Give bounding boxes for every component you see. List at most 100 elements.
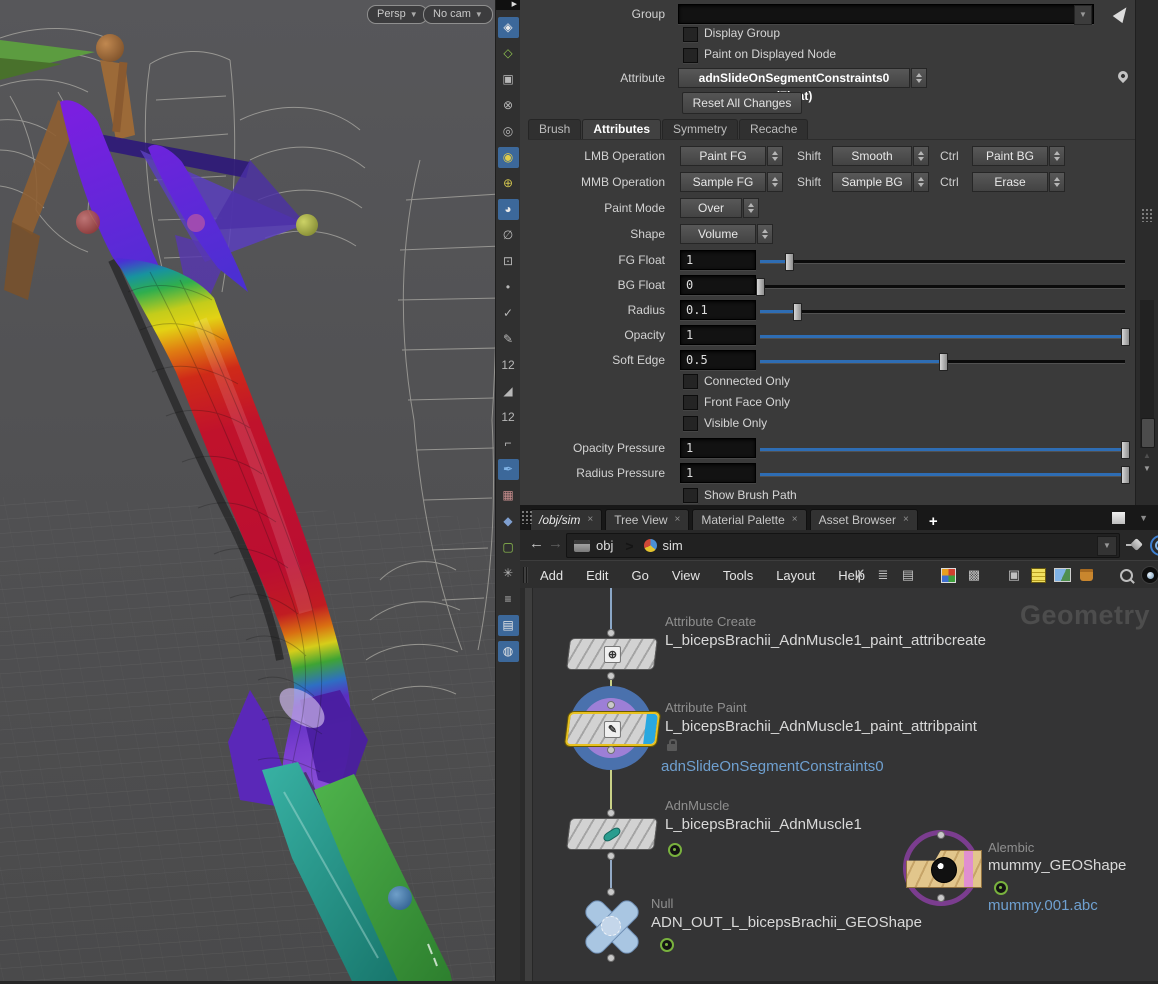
slider-track[interactable] bbox=[760, 260, 1125, 263]
point-numbers-icon[interactable]: 12 bbox=[498, 355, 519, 376]
slider-handle[interactable] bbox=[1121, 466, 1130, 484]
location-pin-icon[interactable] bbox=[1116, 69, 1130, 83]
location-marker-icon[interactable]: ◍ bbox=[498, 641, 519, 662]
display-flag[interactable] bbox=[643, 714, 658, 744]
slider-track[interactable] bbox=[760, 448, 1125, 451]
pane-menu-arrow[interactable]: ▼ bbox=[1139, 513, 1148, 523]
show-brush-path-checkbox[interactable] bbox=[683, 488, 698, 503]
brush-display-icon[interactable]: ✒ bbox=[498, 459, 519, 480]
lmb-operation-dropdown[interactable]: Paint FG bbox=[680, 146, 783, 166]
value-input[interactable]: 1 bbox=[680, 463, 756, 483]
tools-wrench-icon[interactable]: ✗ bbox=[850, 565, 870, 585]
time-dependent-badge[interactable] bbox=[994, 881, 1008, 895]
slider-handle[interactable] bbox=[793, 303, 802, 321]
breadcrumb[interactable]: obj > sim ▼ bbox=[566, 533, 1120, 558]
option-checkbox[interactable] bbox=[683, 374, 698, 389]
slider-handle[interactable] bbox=[785, 253, 794, 271]
breadcrumb-sim[interactable]: sim bbox=[663, 538, 683, 553]
scrollbar-thumb[interactable] bbox=[1141, 418, 1155, 448]
slider-handle[interactable] bbox=[756, 278, 765, 296]
option-checkbox[interactable] bbox=[683, 395, 698, 410]
uv-overlay-icon[interactable]: ▢ bbox=[498, 537, 519, 558]
scroll-up-button[interactable]: ▲ bbox=[1140, 450, 1154, 462]
close-icon[interactable]: × bbox=[903, 510, 909, 530]
value-input[interactable]: 0.5 bbox=[680, 350, 756, 370]
show-points-icon[interactable]: • bbox=[498, 277, 519, 298]
add-spotlight-icon[interactable]: ⊕ bbox=[498, 173, 519, 194]
node-attribcreate[interactable]: ⊕ bbox=[566, 638, 658, 670]
slider-track[interactable] bbox=[760, 335, 1125, 338]
menubar-grip[interactable] bbox=[523, 567, 528, 583]
tabbar-drag-handle[interactable] bbox=[521, 510, 534, 524]
show-handles-icon[interactable]: ◇ bbox=[498, 43, 519, 64]
show-normals-icon[interactable]: ✓ bbox=[498, 303, 519, 324]
perspective-view-menu[interactable]: Persp▼ bbox=[367, 5, 428, 24]
lmb-shift-dropdown[interactable]: Smooth bbox=[832, 146, 929, 166]
group-input[interactable] bbox=[678, 4, 1094, 24]
time-dependent-badge[interactable] bbox=[660, 938, 674, 952]
node-output-dot[interactable] bbox=[607, 746, 615, 754]
close-icon[interactable]: × bbox=[587, 510, 593, 530]
value-input[interactable]: 0.1 bbox=[680, 300, 756, 320]
display-group-checkbox[interactable] bbox=[683, 27, 698, 42]
node-attribpaint[interactable]: ✎ bbox=[565, 712, 660, 746]
group-dropdown-arrow[interactable]: ▼ bbox=[1074, 5, 1092, 25]
shape-dropdown[interactable]: Volume bbox=[680, 224, 773, 244]
mmb-shift-dropdown[interactable]: Sample BG bbox=[832, 172, 929, 192]
sticky-note-icon[interactable] bbox=[1028, 565, 1048, 585]
close-icon[interactable]: × bbox=[792, 510, 798, 530]
asset-basket-icon[interactable] bbox=[1076, 565, 1096, 585]
node-input-dot[interactable] bbox=[607, 809, 615, 817]
forward-button[interactable]: → bbox=[548, 535, 563, 552]
visualizer-diamond-icon[interactable]: ◆ bbox=[498, 511, 519, 532]
new-tab-button[interactable]: + bbox=[925, 513, 942, 530]
node-name-label[interactable]: ADN_OUT_L_bicepsBrachii_GEOShape bbox=[651, 914, 922, 931]
slider-track[interactable] bbox=[760, 285, 1125, 288]
pane-drag-handle[interactable] bbox=[1141, 208, 1154, 222]
network-editor[interactable]: Geometry ⊕ Attribute Create L_bicepsBrac… bbox=[520, 588, 1158, 981]
node-output-dot[interactable] bbox=[937, 894, 945, 902]
select-arrow-icon[interactable] bbox=[1113, 4, 1132, 23]
pane-expand-arrow-icon[interactable]: ▶ bbox=[496, 0, 520, 10]
slider-handle[interactable] bbox=[939, 353, 948, 371]
attribute-link[interactable]: adnSlideOnSegmentConstraints0 bbox=[661, 758, 884, 775]
visibility-eye-icon[interactable] bbox=[1140, 565, 1158, 585]
node-input-dot[interactable] bbox=[607, 888, 615, 896]
thumbnail-grid-icon[interactable]: ▩ bbox=[964, 565, 984, 585]
scene-viewport[interactable]: Persp▼ No cam▼ bbox=[0, 0, 495, 981]
pane-maximize-icon[interactable] bbox=[1112, 512, 1125, 524]
fan-visualizer-icon[interactable]: ✳ bbox=[498, 563, 519, 584]
scroll-down-button[interactable]: ▼ bbox=[1140, 463, 1154, 475]
alembic-file-link[interactable]: mummy.001.abc bbox=[988, 897, 1098, 914]
slider-handle[interactable] bbox=[1121, 441, 1130, 459]
attribute-dropdown[interactable]: adnSlideOnSegmentConstraints0 (Float) bbox=[678, 68, 927, 88]
value-input[interactable]: 0 bbox=[680, 275, 756, 295]
headlight-only-icon[interactable]: ◉ bbox=[498, 147, 519, 168]
spinner-icon[interactable] bbox=[911, 68, 927, 88]
node-name-label[interactable]: L_bicepsBrachii_AdnMuscle1_paint_attribp… bbox=[665, 718, 977, 735]
secure-selection-icon[interactable]: ▣ bbox=[498, 69, 519, 90]
camera-select-menu[interactable]: No cam▼ bbox=[423, 5, 493, 24]
breadcrumb-obj[interactable]: obj bbox=[596, 538, 613, 553]
node-name-label[interactable]: L_bicepsBrachii_AdnMuscle1_paint_attribc… bbox=[665, 632, 986, 649]
node-output-dot[interactable] bbox=[607, 672, 615, 680]
paint-mode-dropdown[interactable]: Over bbox=[680, 198, 759, 218]
mmb-operation-dropdown[interactable]: Sample FG bbox=[680, 172, 783, 192]
prim-numbers-icon[interactable]: 12 bbox=[498, 407, 519, 428]
lmb-ctrl-dropdown[interactable]: Paint BG bbox=[972, 146, 1065, 166]
node-name-label[interactable]: L_bicepsBrachii_AdnMuscle1 bbox=[665, 816, 862, 833]
mmb-ctrl-dropdown[interactable]: Erase bbox=[972, 172, 1065, 192]
value-input[interactable]: 1 bbox=[680, 325, 756, 345]
background-image-icon[interactable] bbox=[1052, 565, 1072, 585]
layer-stack-icon[interactable]: ≡ bbox=[498, 589, 519, 610]
visualizer-checker-icon[interactable]: ▦ bbox=[498, 485, 519, 506]
ghost-other-objects-icon[interactable]: ∅ bbox=[498, 225, 519, 246]
pin-path-icon[interactable] bbox=[1126, 540, 1141, 549]
option-checkbox[interactable] bbox=[683, 416, 698, 431]
hide-objects-icon[interactable]: ⊗ bbox=[498, 95, 519, 116]
color-palette-icon[interactable] bbox=[938, 565, 958, 585]
path-dropdown-arrow[interactable]: ▼ bbox=[1097, 536, 1117, 556]
back-button[interactable]: ← bbox=[529, 535, 544, 552]
slider-track[interactable] bbox=[760, 360, 1125, 363]
prim-hulls-icon[interactable]: ⌐ bbox=[498, 433, 519, 454]
